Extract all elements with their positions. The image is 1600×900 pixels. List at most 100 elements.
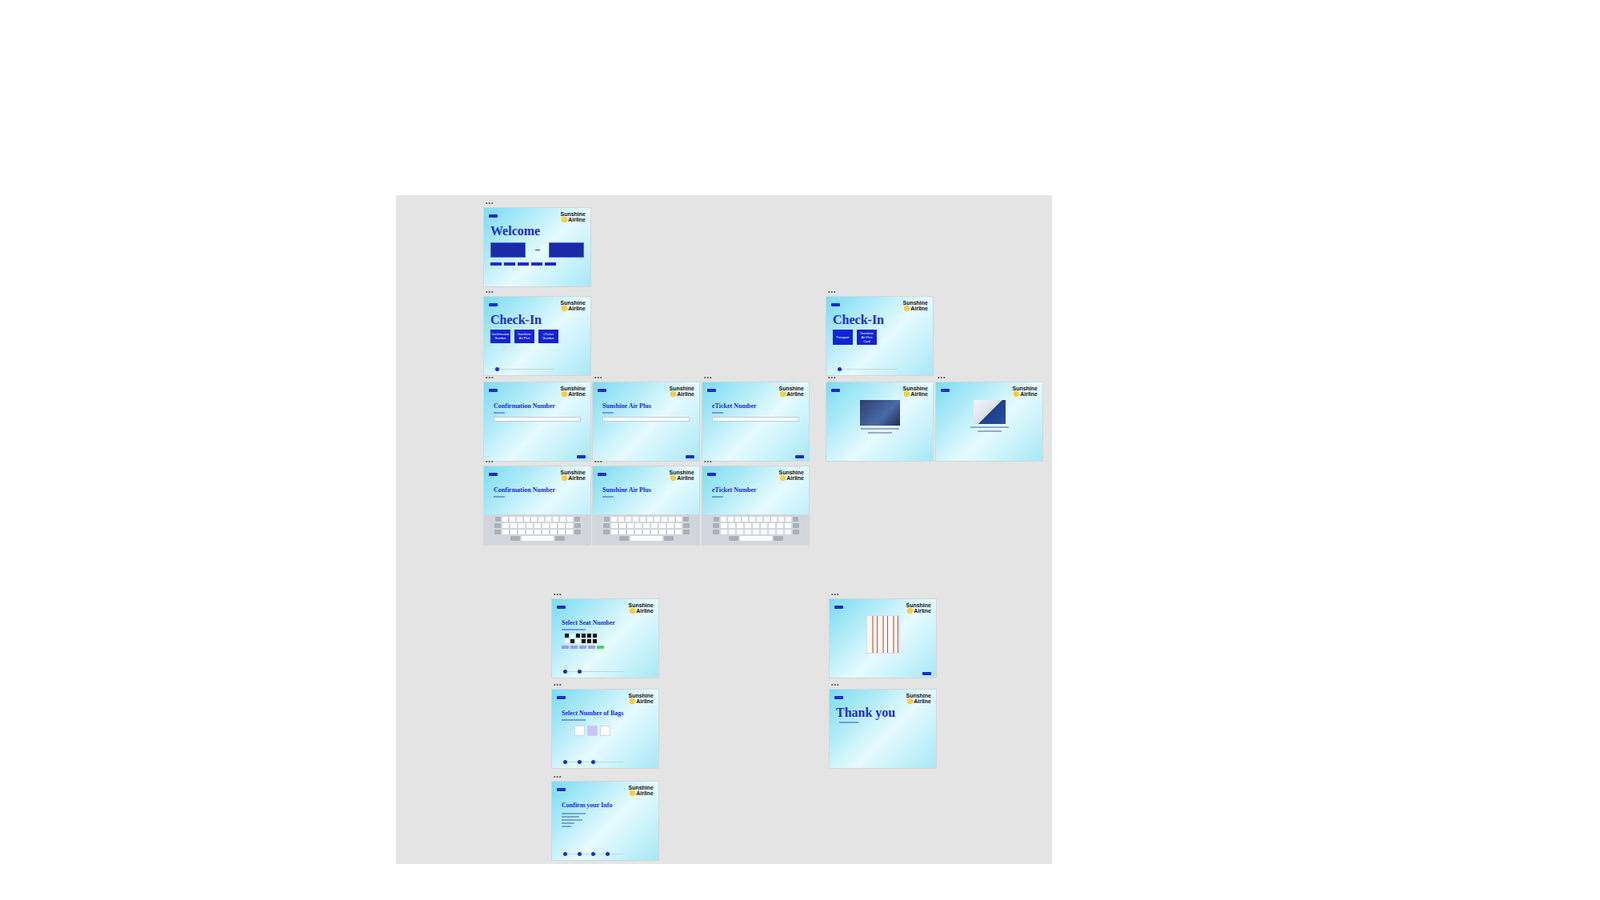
option-box[interactable] [548,242,584,258]
frame[interactable]: •••SunshineAirline [826,382,933,461]
key[interactable] [735,516,741,522]
key[interactable] [675,523,682,528]
bag-option[interactable] [574,725,585,736]
key[interactable] [651,523,658,528]
key[interactable] [518,529,525,535]
key[interactable] [744,529,752,535]
next-button[interactable] [576,455,586,459]
key[interactable] [531,516,537,522]
back-button[interactable] [597,472,607,476]
key[interactable] [683,523,690,528]
key[interactable] [630,536,663,541]
frame-handle[interactable]: ••• [485,374,494,381]
key[interactable] [510,523,517,528]
back-button[interactable] [597,388,607,392]
key[interactable] [627,529,634,535]
key[interactable] [640,516,646,522]
key[interactable] [760,523,768,528]
key[interactable] [760,529,768,535]
key[interactable] [552,516,559,522]
back-button[interactable] [940,388,950,392]
key[interactable] [502,529,509,535]
key[interactable] [643,523,650,528]
frame[interactable]: •••SunshineAirlineSunshine Air Plus [592,382,700,461]
frame[interactable]: •••SunshineAirlineCheck-InConfirmation N… [484,296,591,376]
next-button[interactable] [922,672,932,676]
key[interactable] [712,523,720,528]
frame-handle[interactable]: ••• [553,681,562,688]
key[interactable] [736,529,744,535]
frame-handle[interactable]: ••• [828,288,836,296]
key[interactable] [667,529,674,535]
key[interactable] [728,516,734,522]
key[interactable] [771,516,777,522]
key[interactable] [784,529,792,535]
back-button[interactable] [488,214,498,218]
key[interactable] [538,516,544,522]
key[interactable] [618,516,624,522]
seat-button[interactable] [579,645,587,649]
key[interactable] [604,516,610,522]
key[interactable] [778,516,784,522]
seat[interactable] [592,633,597,638]
language-button[interactable] [504,262,516,266]
key[interactable] [752,523,760,528]
seat[interactable] [581,639,586,644]
key[interactable] [603,529,610,535]
frame-handle[interactable]: ••• [704,458,712,465]
option-button[interactable]: Sunshine Air Plus [514,329,535,344]
key[interactable] [720,523,728,528]
frame[interactable]: •••SunshineAirlineThank you [829,689,936,768]
back-button[interactable] [831,303,840,307]
back-button[interactable] [488,472,498,476]
back-button[interactable] [488,388,498,392]
key[interactable] [632,516,639,522]
key[interactable] [574,516,580,522]
bag-option[interactable] [587,725,598,736]
key[interactable] [712,529,720,535]
frame-handle[interactable]: ••• [937,374,946,381]
key[interactable] [635,523,642,528]
frame-handle[interactable]: ••• [553,591,562,598]
seat[interactable] [592,639,597,644]
frame[interactable]: •••SunshineAirlineConfirm your Info [552,781,659,860]
option-button[interactable]: Confirmation Number [490,329,511,344]
key[interactable] [785,516,792,522]
key[interactable] [567,516,573,522]
frame-handle[interactable]: ••• [594,458,603,465]
key[interactable] [664,536,674,541]
back-button[interactable] [488,303,498,307]
key[interactable] [740,536,772,541]
key[interactable] [550,529,557,535]
keyboard[interactable] [702,514,809,545]
language-button[interactable] [544,262,556,266]
option-button[interactable]: Sunshine Air Plus Card [856,329,877,345]
key[interactable] [619,529,626,535]
key[interactable] [713,516,720,522]
key[interactable] [524,516,530,522]
seat[interactable] [587,639,592,644]
key[interactable] [510,529,517,535]
frame[interactable]: •••SunshineAirlineeTicket Number [702,466,809,545]
key[interactable] [516,516,523,522]
frame-handle[interactable]: ••• [594,374,603,381]
key[interactable] [683,516,689,522]
key[interactable] [558,523,565,528]
frame-handle[interactable]: ••• [704,374,712,381]
key[interactable] [526,523,533,528]
next-button[interactable] [795,455,804,459]
key[interactable] [534,523,541,528]
key[interactable] [545,516,552,522]
key[interactable] [792,516,799,522]
frame[interactable]: •••SunshineAirlineCheck-InPassportSunshi… [826,296,933,376]
frame-handle[interactable]: ••• [831,591,840,598]
back-button[interactable] [831,388,840,392]
frame-handle[interactable]: ••• [828,374,836,381]
key[interactable] [566,529,573,535]
key[interactable] [752,529,760,535]
frame-handle[interactable]: ••• [831,681,840,688]
key[interactable] [534,529,541,535]
frame[interactable]: •••SunshineAirlineConfirmation Number [484,466,591,545]
key[interactable] [667,523,674,528]
key[interactable] [654,516,660,522]
